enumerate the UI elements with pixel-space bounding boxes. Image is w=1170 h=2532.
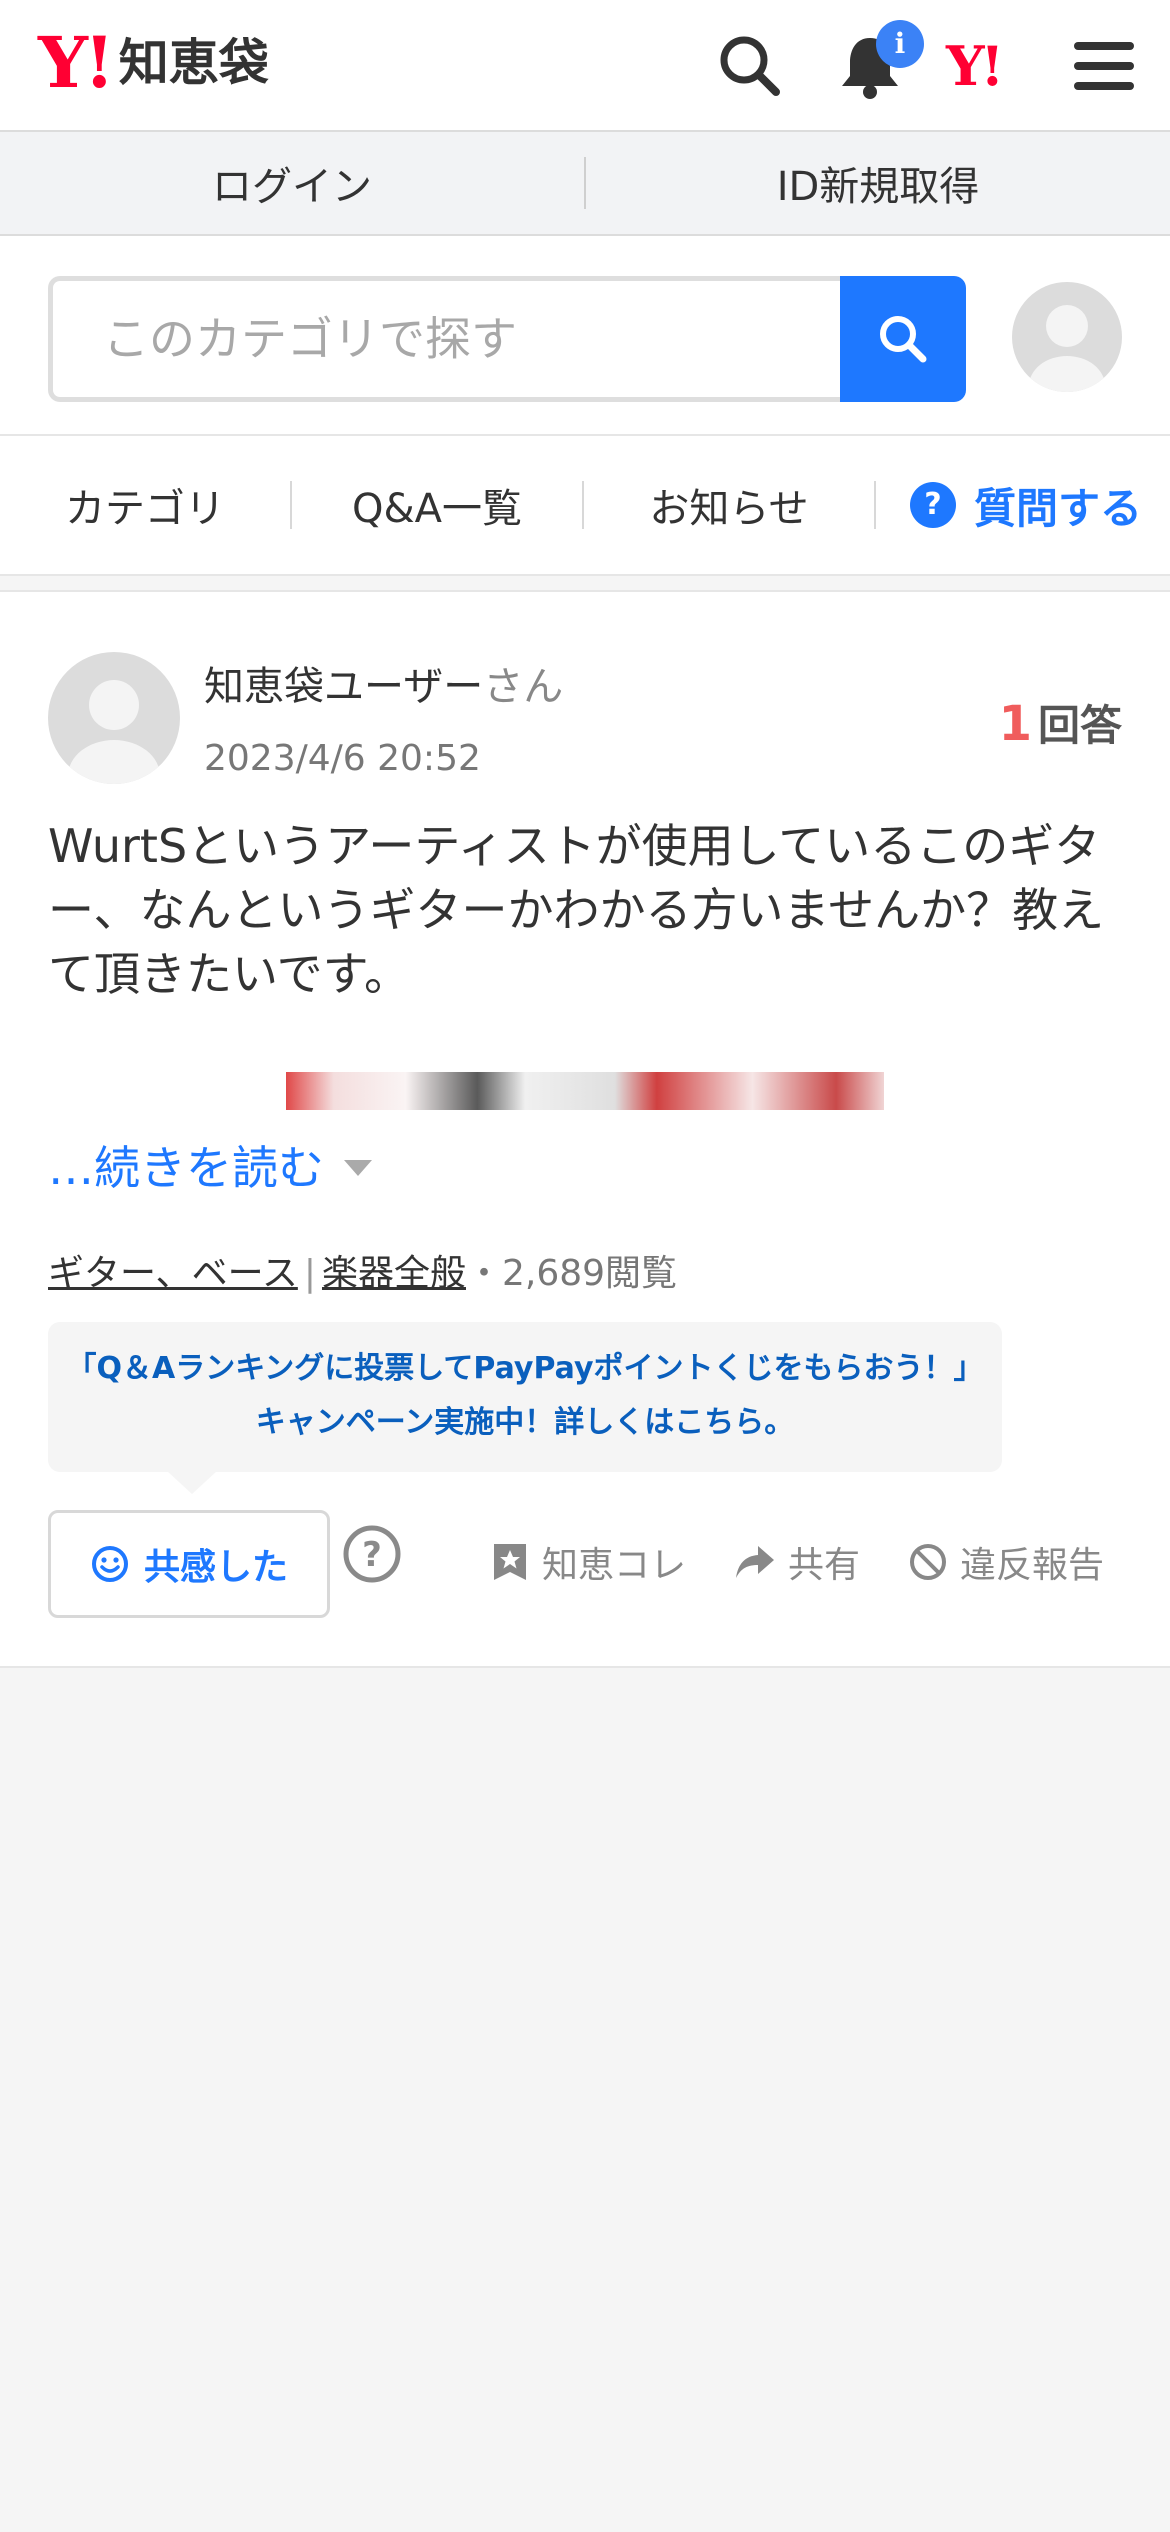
- search-icon: [880, 316, 927, 363]
- user-avatar[interactable]: [1012, 282, 1122, 396]
- question-body: WurtSというアーティストが使用しているこのギター、なんというギターかわかる方…: [48, 819, 1105, 1001]
- tab-news[interactable]: お知らせ: [584, 476, 874, 534]
- notification-badge: i: [876, 20, 924, 68]
- category-search-input[interactable]: [53, 281, 840, 397]
- report-button[interactable]: 違反報告: [908, 1536, 1104, 1588]
- search-submit-button[interactable]: [840, 276, 966, 402]
- yahoo-logo-mark: Y!: [38, 21, 115, 104]
- category-nav: カテゴリ Q&A一覧 お知らせ ? 質問する: [0, 436, 1170, 576]
- report-label: 違反報告: [959, 1545, 1104, 1586]
- poster-name[interactable]: 知恵袋ユーザーさん: [204, 654, 563, 712]
- category-link-instruments[interactable]: 楽器全般: [322, 1253, 466, 1294]
- view-count: ・2,689閲覧: [466, 1253, 678, 1294]
- ask-label: 質問する: [974, 483, 1143, 533]
- question-image-preview[interactable]: [286, 1072, 884, 1110]
- question-icon: ?: [910, 482, 956, 528]
- help-icon[interactable]: ?: [342, 1524, 402, 1588]
- share-button[interactable]: 共有: [734, 1536, 860, 1588]
- search-field-wrapper: [48, 276, 840, 402]
- login-bar: ログイン ID新規取得: [0, 132, 1170, 236]
- category-separator: |: [303, 1253, 316, 1294]
- empathy-button[interactable]: 共感した: [48, 1510, 330, 1618]
- tab-qa-list[interactable]: Q&A一覧: [292, 476, 582, 534]
- app-header: Y! 知恵袋 i Y!: [0, 0, 1170, 132]
- hamburger-menu-icon[interactable]: [1068, 30, 1140, 102]
- divider: [874, 481, 876, 529]
- prohibited-icon: [909, 1544, 946, 1580]
- collect-label: 知恵コレ: [541, 1545, 686, 1586]
- answer-count[interactable]: 1 回答: [999, 692, 1122, 753]
- category-link-guitar-bass[interactable]: ギター、ベース: [48, 1253, 298, 1294]
- page: Y! 知恵袋 i Y! ログイン ID新規取得 このカテゴリで探す カテゴリ Q…: [0, 0, 1170, 1668]
- register-link[interactable]: ID新規取得: [586, 154, 1170, 212]
- campaign-line-2: キャンペーン実施中！詳しくはこちら。: [255, 1405, 795, 1440]
- poster-avatar: [48, 652, 180, 788]
- empathy-label: 共感した: [143, 1547, 288, 1588]
- answer-count-number: 1: [998, 696, 1032, 752]
- chevron-down-icon: [344, 1160, 372, 1176]
- search-icon[interactable]: [714, 30, 786, 102]
- category-breadcrumb: ギター、ベース | 楽器全般・2,689閲覧: [48, 1244, 677, 1296]
- share-arrow-icon: [735, 1546, 774, 1578]
- ask-question-button[interactable]: ? 質問する: [910, 475, 1142, 536]
- tab-category[interactable]: カテゴリ: [0, 476, 290, 534]
- read-more-link[interactable]: …続きを読む: [48, 1132, 372, 1198]
- answer-count-label: 回答: [1037, 701, 1122, 750]
- smile-icon: [91, 1546, 128, 1582]
- question-card: 知恵袋ユーザーさん 2023/4/6 20:52 1 回答 WurtSというアーテ…: [0, 590, 1170, 1668]
- chiebukuro-logo[interactable]: Y! 知恵袋: [38, 28, 269, 98]
- avatar-icon: [48, 652, 180, 784]
- share-label: 共有: [787, 1545, 860, 1586]
- logo-text: 知恵袋: [118, 34, 269, 92]
- yahoo-japan-icon[interactable]: Y!: [946, 34, 1018, 106]
- action-bar: 知恵コレ 共有 違反報告: [442, 1536, 1104, 1588]
- poster-honorific: さん: [483, 664, 564, 710]
- campaign-banner[interactable]: 「Q＆Aランキングに投票してPayPayポイントくじをもらおう！」 キャンペーン…: [48, 1322, 1002, 1472]
- avatar-icon: [1012, 282, 1122, 392]
- post-date: 2023/4/6 20:52: [204, 738, 481, 779]
- category-search-row: [0, 236, 1170, 436]
- poster-name-text: 知恵袋ユーザー: [204, 664, 484, 710]
- bookmark-star-icon: [493, 1544, 526, 1580]
- help-mark: ?: [362, 1535, 382, 1575]
- collect-button[interactable]: 知恵コレ: [490, 1536, 686, 1588]
- read-more-label: …続きを読む: [48, 1141, 324, 1195]
- campaign-pointer: [166, 1470, 218, 1494]
- login-link[interactable]: ログイン: [0, 154, 584, 212]
- campaign-line-1: 「Q＆Aランキングに投票してPayPayポイントくじをもらおう！」: [66, 1351, 984, 1386]
